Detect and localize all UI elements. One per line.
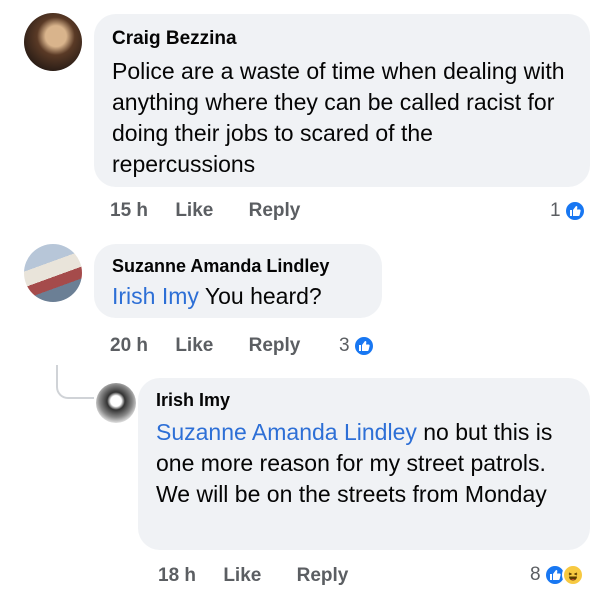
comment-timestamp[interactable]: 20 h [110, 335, 148, 357]
reply-button[interactable]: Reply [249, 200, 301, 222]
reply-button[interactable]: Reply [249, 335, 301, 357]
comment-actions: 15 h Like Reply [110, 200, 300, 222]
comment-timestamp[interactable]: 15 h [110, 200, 148, 222]
mention-link[interactable]: Suzanne Amanda Lindley [156, 419, 417, 445]
reaction-count: 3 [339, 335, 350, 356]
avatar[interactable] [24, 244, 82, 302]
like-button[interactable]: Like [175, 335, 213, 357]
comment-text-line: Suzanne Amanda Lindley no but this is on… [156, 419, 552, 507]
mention-link[interactable]: Irish Imy [112, 283, 199, 309]
comment-bubble: Irish Imy Suzanne Amanda Lindley no but … [138, 378, 590, 550]
reply-button[interactable]: Reply [297, 565, 349, 587]
reaction-count: 8 [530, 564, 541, 585]
comment-actions: 20 h Like Reply [110, 335, 300, 357]
comment-bubble: Suzanne Amanda Lindley Irish Imy You hea… [94, 244, 382, 318]
like-icon [563, 200, 586, 222]
comment-text: Police are a waste of time when dealing … [112, 58, 565, 177]
haha-icon [561, 564, 584, 586]
comment-author[interactable]: Suzanne Amanda Lindley [112, 256, 364, 277]
comment-timestamp[interactable]: 18 h [158, 565, 196, 587]
like-button[interactable]: Like [223, 565, 261, 587]
reaction-count: 1 [550, 200, 561, 221]
comment-actions: 18 h Like Reply [158, 565, 348, 587]
comment-text-line: Irish Imy You heard? [112, 283, 322, 309]
reaction-summary[interactable]: 8 [530, 564, 584, 586]
like-button[interactable]: Like [175, 200, 213, 222]
avatar[interactable] [24, 13, 82, 71]
like-icon [352, 335, 375, 357]
comment-author[interactable]: Irish Imy [156, 390, 572, 411]
reply-thread-line [56, 365, 94, 399]
comment-bubble: Craig Bezzina Police are a waste of time… [94, 14, 590, 187]
reaction-summary[interactable]: 3 [339, 335, 375, 357]
avatar[interactable] [96, 383, 136, 423]
reaction-summary[interactable]: 1 [550, 200, 586, 222]
comment-text: You heard? [198, 283, 322, 309]
comment-author[interactable]: Craig Bezzina [112, 28, 572, 50]
